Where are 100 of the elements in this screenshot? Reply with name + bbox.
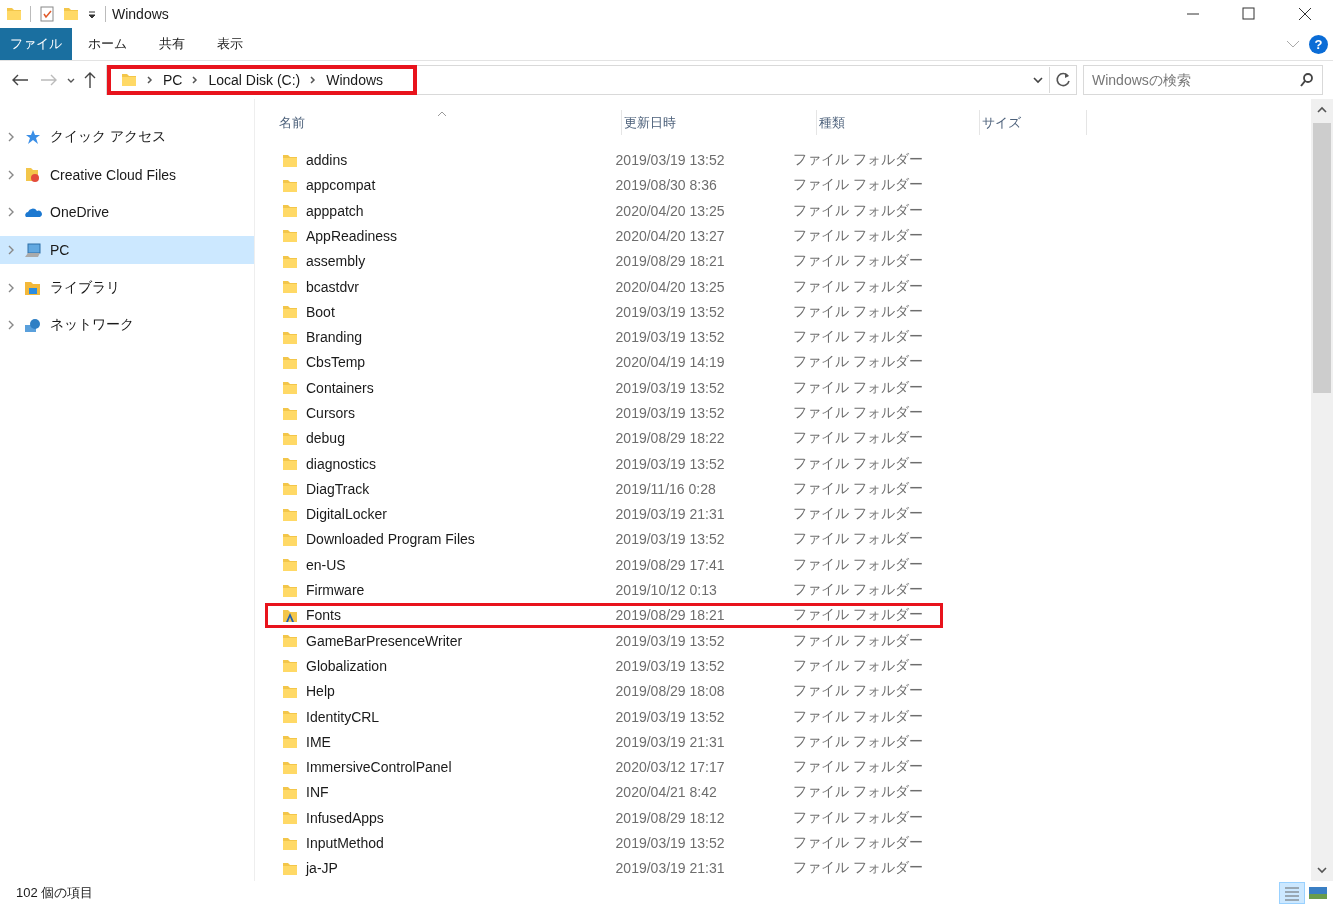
sidebar-item[interactable]: ライブラリ xyxy=(0,273,254,302)
file-row[interactable]: Containers 2019/03/19 13:52 ファイル フォルダー xyxy=(265,375,943,401)
file-row[interactable]: CbsTemp 2020/04/19 14:19 ファイル フォルダー xyxy=(265,349,943,376)
file-name: InputMethod xyxy=(306,835,384,852)
search-field[interactable]: Windowsの検索 xyxy=(1083,65,1323,95)
file-type: ファイル フォルダー xyxy=(792,429,925,448)
ribbon-tab[interactable]: 表示 xyxy=(201,28,259,60)
file-row[interactable]: Help 2019/08/29 18:08 ファイル フォルダー xyxy=(265,678,943,704)
ribbon-tab[interactable]: ホーム xyxy=(72,28,143,60)
file-type: ファイル フォルダー xyxy=(792,732,925,751)
breadcrumb-item[interactable]: Local Disk (C:) xyxy=(208,72,301,88)
breadcrumb-item[interactable]: PC xyxy=(163,72,183,88)
modified-date: 2019/03/19 13:52 xyxy=(614,657,726,674)
file-type: ファイル フォルダー xyxy=(792,201,925,220)
sidebar-item[interactable]: ネットワーク xyxy=(0,311,254,340)
file-type: ファイル フォルダー xyxy=(792,505,925,524)
modified-date: 2020/04/21 8:42 xyxy=(614,784,718,801)
modified-date: 2019/08/30 8:36 xyxy=(614,177,718,194)
file-row[interactable]: Globalization 2019/03/19 13:52 ファイル フォルダー xyxy=(265,653,943,679)
file-type: ファイル フォルダー xyxy=(792,758,925,777)
file-type: ファイル フォルダー xyxy=(792,783,925,802)
file-name: addins xyxy=(306,152,348,169)
ribbon-tab[interactable]: 共有 xyxy=(143,28,201,60)
column-header[interactable]: サイズ xyxy=(980,110,1087,136)
file-row[interactable]: Fonts 2019/08/29 18:21 ファイル フォルダー xyxy=(265,602,943,629)
file-name: InfusedApps xyxy=(306,809,384,826)
file-row[interactable]: appcompat 2019/08/30 8:36 ファイル フォルダー xyxy=(265,172,943,198)
scroll-up-icon[interactable] xyxy=(1316,105,1328,115)
scroll-down-icon[interactable] xyxy=(1316,865,1328,875)
file-type: ファイル フォルダー xyxy=(792,581,925,600)
file-row[interactable]: Boot 2019/03/19 13:52 ファイル フォルダー xyxy=(265,299,943,325)
help-button[interactable]: ? xyxy=(1309,34,1328,54)
search-icon xyxy=(1299,72,1315,88)
file-type: ファイル フォルダー xyxy=(792,606,925,625)
file-row[interactable]: addins 2019/03/19 13:52 ファイル フォルダー xyxy=(265,147,943,173)
file-type: ファイル フォルダー xyxy=(792,808,925,827)
file-row[interactable]: bcastdvr 2020/04/20 13:25 ファイル フォルダー xyxy=(265,273,943,300)
properties-icon[interactable] xyxy=(39,5,55,23)
ribbon-tab[interactable]: ファイル xyxy=(0,28,72,60)
file-name: DiagTrack xyxy=(306,480,370,497)
column-header[interactable]: 更新日時 xyxy=(622,110,817,136)
file-name: Firmware xyxy=(306,582,365,599)
file-row[interactable]: debug 2019/08/29 18:22 ファイル フォルダー xyxy=(265,425,943,451)
sidebar-item[interactable]: Creative Cloud Files xyxy=(0,160,254,189)
file-row[interactable]: DiagTrack 2019/11/16 0:28 ファイル フォルダー xyxy=(265,476,943,502)
file-row[interactable]: IME 2019/03/19 21:31 ファイル フォルダー xyxy=(265,729,943,755)
file-row[interactable]: diagnostics 2019/03/19 13:52 ファイル フォルダー xyxy=(265,450,943,477)
file-row[interactable]: assembly 2019/08/29 18:21 ファイル フォルダー xyxy=(265,248,943,274)
modified-date: 2019/08/29 18:22 xyxy=(614,430,726,447)
folder-icon xyxy=(282,455,298,473)
vertical-scrollbar[interactable] xyxy=(1311,99,1333,881)
file-row[interactable]: ImmersiveControlPanel 2020/03/12 17:17 ファイル フォルダー xyxy=(265,754,943,780)
file-row[interactable]: GameBarPresenceWriter 2019/03/19 13:52 ファイル フォルダー xyxy=(265,628,943,654)
modified-date: 2019/03/19 21:31 xyxy=(614,506,726,523)
folder-icon xyxy=(282,809,298,827)
modified-date: 2019/03/19 13:52 xyxy=(614,303,726,320)
modified-date: 2019/03/19 13:52 xyxy=(614,405,726,421)
details-view-icon[interactable] xyxy=(1279,882,1305,904)
modified-date: 2020/03/12 17:17 xyxy=(614,759,726,776)
file-row[interactable]: InputMethod 2019/03/19 13:52 ファイル フォルダー xyxy=(265,830,943,856)
sidebar-item[interactable]: PC xyxy=(0,236,254,265)
modified-date: 2020/04/19 14:19 xyxy=(614,354,726,371)
file-row[interactable]: Cursors 2019/03/19 13:52 ファイル フォルダー xyxy=(265,400,943,426)
file-type: ファイル フォルダー xyxy=(792,176,925,195)
sidebar-item[interactable]: クイック アクセス xyxy=(0,123,254,151)
file-type: ファイル フォルダー xyxy=(792,328,925,347)
file-name: GameBarPresenceWriter xyxy=(306,632,463,649)
address-bar[interactable]: PC Local Disk (C:) Windows xyxy=(106,65,1077,95)
file-row[interactable]: ja-JP 2019/03/19 21:31 ファイル フォルダー xyxy=(265,855,943,881)
file-row[interactable]: en-US 2019/08/29 17:41 ファイル フォルダー xyxy=(265,552,943,578)
file-name: Containers xyxy=(306,379,374,396)
modified-date: 2019/03/19 21:31 xyxy=(614,733,726,750)
file-row[interactable]: AppReadiness 2020/04/20 13:27 ファイル フォルダー xyxy=(265,223,943,249)
file-row[interactable]: InfusedApps 2019/08/29 18:12 ファイル フォルダー xyxy=(265,805,943,831)
breadcrumb-item[interactable]: Windows xyxy=(326,72,384,88)
column-header[interactable]: 種類 xyxy=(817,110,980,136)
file-row[interactable]: Firmware 2019/10/12 0:13 ファイル フォルダー xyxy=(265,577,943,603)
modified-date: 2019/03/19 13:52 xyxy=(614,835,726,852)
file-name: en-US xyxy=(306,556,346,573)
file-row[interactable]: Downloaded Program Files 2019/03/19 13:52 ファイル フォルダー xyxy=(265,526,943,553)
file-type: ファイル フォルダー xyxy=(792,530,925,549)
modified-date: 2019/08/29 18:21 xyxy=(614,607,726,624)
modified-date: 2020/04/20 13:27 xyxy=(614,227,726,244)
file-name: diagnostics xyxy=(306,455,377,472)
sidebar-item[interactable]: OneDrive xyxy=(0,198,254,227)
file-type: ファイル フォルダー xyxy=(792,302,925,321)
library-icon xyxy=(24,279,42,297)
file-type: ファイル フォルダー xyxy=(792,859,925,878)
file-row[interactable]: apppatch 2020/04/20 13:25 ファイル フォルダー xyxy=(265,198,943,224)
folder-icon xyxy=(282,278,298,295)
file-name: DigitalLocker xyxy=(306,506,387,523)
file-row[interactable]: DigitalLocker 2019/03/19 21:31 ファイル フォルダー xyxy=(265,501,943,527)
file-row[interactable]: INF 2020/04/21 8:42 ファイル フォルダー xyxy=(265,779,943,806)
file-name: Boot xyxy=(306,303,335,320)
folder-icon xyxy=(282,531,298,548)
file-row[interactable]: IdentityCRL 2019/03/19 13:52 ファイル フォルダー xyxy=(265,703,943,730)
modified-date: 2019/11/16 0:28 xyxy=(614,480,717,497)
column-header[interactable]: 名前 xyxy=(277,110,622,136)
file-row[interactable]: Branding 2019/03/19 13:52 ファイル フォルダー xyxy=(265,324,943,350)
file-name: Downloaded Program Files xyxy=(306,531,475,548)
